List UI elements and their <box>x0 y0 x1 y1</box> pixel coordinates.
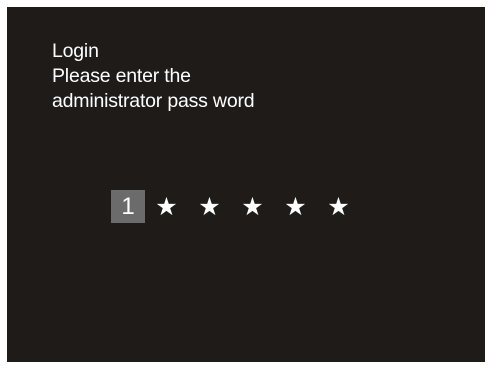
password-digit-masked[interactable]: ★ <box>317 190 360 223</box>
prompt-line: administrator pass word <box>52 90 255 112</box>
login-title: Login <box>52 40 99 62</box>
password-entry[interactable]: 1 ★ ★ ★ ★ ★ <box>111 190 360 223</box>
login-screen: Login Please enter the administrator pas… <box>7 7 485 362</box>
password-digit-masked[interactable]: ★ <box>145 190 188 223</box>
password-digit-masked[interactable]: ★ <box>274 190 317 223</box>
password-digit-masked[interactable]: ★ <box>188 190 231 223</box>
password-digit-masked[interactable]: ★ <box>231 190 274 223</box>
password-digit-active[interactable]: 1 <box>111 190 145 223</box>
login-prompt: Login Please enter the administrator pas… <box>52 39 472 114</box>
prompt-line: Please enter the <box>52 65 191 87</box>
